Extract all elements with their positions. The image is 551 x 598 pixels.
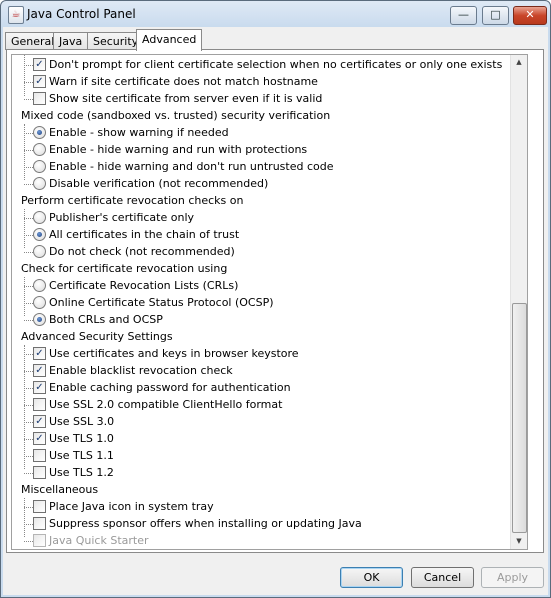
group-advanced-security: Advanced Security Settings <box>21 330 173 343</box>
tree-connector <box>24 345 25 469</box>
tree-item-label: Publisher's certificate only <box>49 211 195 224</box>
checkbox-icon[interactable]: ✓ <box>33 58 46 71</box>
group-miscellaneous: Miscellaneous <box>21 483 99 496</box>
tree-item-label: Show site certificate from server even i… <box>49 92 323 105</box>
tree-item-label: Both CRLs and OCSP <box>49 313 163 326</box>
radio-button-icon[interactable] <box>33 160 46 173</box>
advanced-tab-panel: ✓ Don't prompt for client certificate se… <box>6 49 544 553</box>
tree-item-label: Suppress sponsor offers when installing … <box>49 517 362 530</box>
tree-item-label: Warn if site certificate does not match … <box>49 75 318 88</box>
radio-button-icon[interactable] <box>33 279 46 292</box>
maximize-button[interactable]: □ <box>482 6 509 25</box>
checkbox-icon[interactable]: ✓ <box>33 347 46 360</box>
tree-item-label: Online Certificate Status Protocol (OCSP… <box>49 296 274 309</box>
tree-item-label: Use TLS 1.1 <box>49 449 114 462</box>
java-icon: ☕ <box>8 6 24 24</box>
tree-item-label: Don't prompt for client certificate sele… <box>49 58 503 71</box>
tree-item-label: Enable - hide warning and don't run untr… <box>49 160 334 173</box>
checkbox-icon[interactable]: ✓ <box>33 381 46 394</box>
settings-tree: ✓ Don't prompt for client certificate se… <box>11 54 528 550</box>
group-revocation-checks: Perform certificate revocation checks on <box>21 194 244 207</box>
apply-button: Apply <box>481 567 544 588</box>
radio-button-icon[interactable] <box>33 313 46 326</box>
tree-item-label: Enable caching password for authenticati… <box>49 381 291 394</box>
title-bar[interactable]: ☕ Java Control Panel — □ ✕ <box>1 1 550 27</box>
checkbox-icon[interactable] <box>33 449 46 462</box>
tree-item-label: All certificates in the chain of trust <box>49 228 240 241</box>
tree-item-label: Do not check (not recommended) <box>49 245 235 258</box>
scroll-up-icon[interactable]: ▲ <box>512 55 526 70</box>
checkbox-icon[interactable]: ✓ <box>33 364 46 377</box>
checkbox-icon[interactable]: ✓ <box>33 432 46 445</box>
checkbox-icon[interactable] <box>33 92 46 105</box>
minimize-button[interactable]: — <box>450 6 477 25</box>
tree-connector <box>24 209 25 248</box>
scroll-down-icon[interactable]: ▼ <box>512 534 526 549</box>
radio-button-icon[interactable] <box>33 126 46 139</box>
radio-button-icon[interactable] <box>33 143 46 156</box>
radio-button-icon[interactable] <box>33 177 46 190</box>
radio-button-icon[interactable] <box>33 245 46 258</box>
cancel-button[interactable]: Cancel <box>411 567 474 588</box>
checkbox-icon <box>33 534 46 547</box>
group-mixed-code: Mixed code (sandboxed vs. trusted) secur… <box>21 109 331 122</box>
checkbox-icon[interactable] <box>33 398 46 411</box>
tab-advanced[interactable]: Advanced <box>136 29 203 51</box>
close-button[interactable]: ✕ <box>513 6 547 25</box>
tree-item-label: Enable blacklist revocation check <box>49 364 233 377</box>
scrollbar-thumb[interactable] <box>512 303 527 533</box>
checkbox-icon[interactable] <box>33 517 46 530</box>
tree-item-label: Place Java icon in system tray <box>49 500 214 513</box>
group-revocation-using: Check for certificate revocation using <box>21 262 228 275</box>
radio-button-icon[interactable] <box>33 228 46 241</box>
checkbox-icon[interactable] <box>33 466 46 479</box>
tab-java[interactable]: Java <box>53 32 89 50</box>
tree-connector <box>24 498 25 537</box>
tree-item-label: Use TLS 1.0 <box>49 432 114 445</box>
checkbox-icon[interactable]: ✓ <box>33 415 46 428</box>
radio-button-icon[interactable] <box>33 296 46 309</box>
tree-connector <box>24 55 25 96</box>
tree-item-label: Use certificates and keys in browser key… <box>49 347 299 360</box>
tree-item-label: Use SSL 2.0 compatible ClientHello forma… <box>49 398 283 411</box>
checkbox-icon[interactable]: ✓ <box>33 75 46 88</box>
tree-item-label: Enable - hide warning and run with prote… <box>49 143 308 156</box>
ok-button[interactable]: OK <box>340 567 403 588</box>
tree-item-label: Certificate Revocation Lists (CRLs) <box>49 279 239 292</box>
checkbox-icon[interactable] <box>33 500 46 513</box>
vertical-scrollbar[interactable]: ▲ ▼ <box>510 55 527 549</box>
dialog-client-area: General Java Security Advanced ✓ Don't p… <box>3 27 548 595</box>
tree-item-label: Disable verification (not recommended) <box>49 177 269 190</box>
dialog-button-bar: OK Cancel Apply <box>3 563 548 593</box>
java-control-panel-window: ☕ Java Control Panel — □ ✕ General Java … <box>0 0 551 598</box>
tree-item-label: Use SSL 3.0 <box>49 415 115 428</box>
window-title: Java Control Panel <box>27 7 136 21</box>
tree-item-label: Enable - show warning if needed <box>49 126 229 139</box>
tree-item-label: Use TLS 1.2 <box>49 466 114 479</box>
radio-button-icon[interactable] <box>33 211 46 224</box>
tree-connector <box>24 277 25 316</box>
tree-item-label: Java Quick Starter <box>49 534 149 547</box>
